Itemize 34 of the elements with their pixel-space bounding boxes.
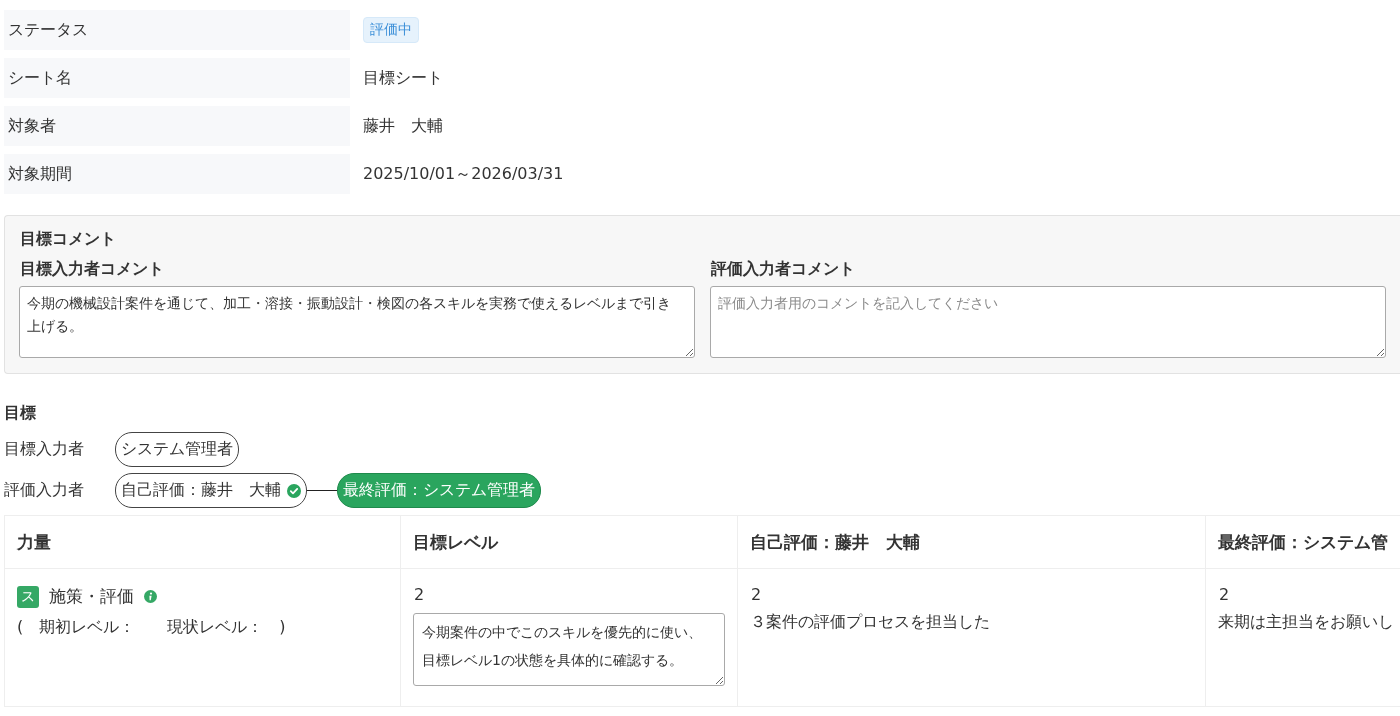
level-value: 2 [750, 585, 763, 605]
field-value: 2025/10/01～2026/03/31 [363, 163, 564, 185]
field-value: 目標シート [363, 67, 443, 89]
row-label: 目標入力者 [4, 439, 85, 460]
field-label: 対象期間 [4, 154, 350, 194]
comment-input[interactable]: 評価入力者用のコメントを記入してください [710, 286, 1386, 358]
field-label: 対象者 [4, 106, 350, 146]
person-tag: システム管理者 [115, 432, 239, 467]
field-label: シート名 [4, 58, 350, 98]
check-icon [287, 483, 301, 498]
note-input[interactable]: 今期案件の中でこのスキルを優先的に使い、目標レベル1の状態を具体的に確認する。 [413, 613, 725, 686]
status-badge: 評価中 [363, 17, 419, 43]
field-label: ステータス [4, 10, 350, 50]
column-header: 力量 [5, 516, 401, 569]
level-value: 2 [1218, 585, 1231, 605]
panel-title: 目標コメント [19, 228, 117, 250]
info-icon[interactable] [144, 590, 157, 603]
level-value: 2 [413, 585, 426, 605]
column-header: 最終評価：システム管 [1206, 516, 1400, 569]
level-summary: ( 期初レベル： 現状レベル： ) [17, 617, 287, 638]
row-label: 評価入力者 [4, 480, 85, 501]
evaluator-step: 最終評価：システム管理者 [337, 473, 541, 508]
evaluator-step: 自己評価：藤井 大輔 [115, 473, 307, 508]
skill-name: 施策・評価 [49, 585, 134, 608]
skill-tag: ス [17, 585, 39, 608]
field-label: 評価入力者コメント [710, 258, 856, 280]
comment-input[interactable]: 今期の機械設計案件を通じて、加工・溶接・振動設計・検図の各スキルを実務で使えるレベルまで引き上げる。 [19, 286, 695, 358]
connector-line [307, 489, 337, 492]
evaluation-comment: ３案件の評価プロセスを担当した [750, 612, 991, 633]
section-title: 目標 [4, 402, 37, 424]
field-value: 藤井 大輔 [363, 115, 443, 137]
column-header: 目標レベル [401, 516, 738, 569]
column-header: 自己評価：藤井 大輔 [738, 516, 1206, 569]
field-label: 目標入力者コメント [19, 258, 165, 280]
